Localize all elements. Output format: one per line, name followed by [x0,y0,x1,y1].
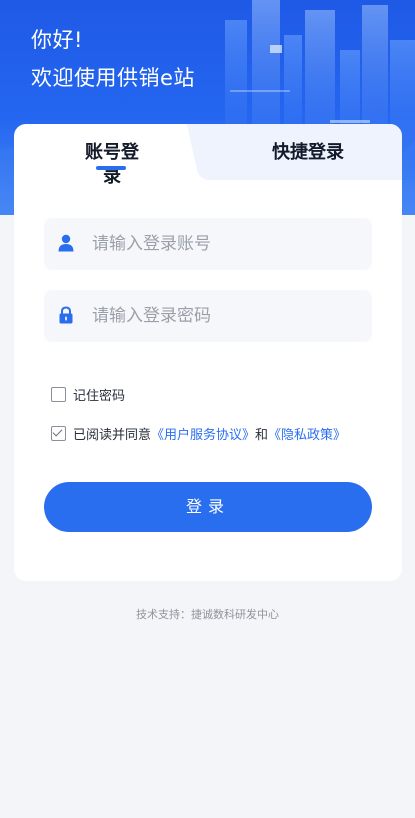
login-tabs: 账号登录 快捷登录 [14,124,402,187]
account-field [44,218,372,270]
agreement-prefix: 已阅读并同意 [73,428,152,443]
remember-password-label[interactable]: 记住密码 [73,385,125,404]
tech-support-text: 技术支持：捷诚数科研发中心 [136,608,279,621]
agreement-checkbox[interactable] [51,426,66,441]
password-input[interactable] [92,290,362,342]
remember-password-row: 记住密码 [51,385,125,404]
tab-quick-login[interactable]: 快捷登录 [260,141,356,165]
active-tab-indicator [96,166,126,170]
user-agreement-link[interactable]: 《用户服务协议》 [151,424,255,443]
remember-password-checkbox[interactable] [51,387,66,402]
welcome-text: 欢迎使用供销e站 [31,66,195,90]
user-icon [58,234,74,252]
login-button[interactable]: 登录 [44,482,372,532]
tab-account-login[interactable]: 账号登录 [77,141,147,189]
password-field [44,290,372,342]
agreement-and: 和 [255,428,269,443]
lock-icon [59,306,73,324]
privacy-policy-link[interactable]: 《隐私政策》 [268,424,346,443]
account-input[interactable] [92,218,362,270]
agreement-row: 已阅读并同意 《用户服务协议》 和 《隐私政策》 [51,424,346,443]
login-card: 账号登录 快捷登录 记住密码 已阅读并同意 《用户服务协议》 和 《隐私政策》 … [14,124,402,581]
greeting-text: 你好! [31,28,83,52]
